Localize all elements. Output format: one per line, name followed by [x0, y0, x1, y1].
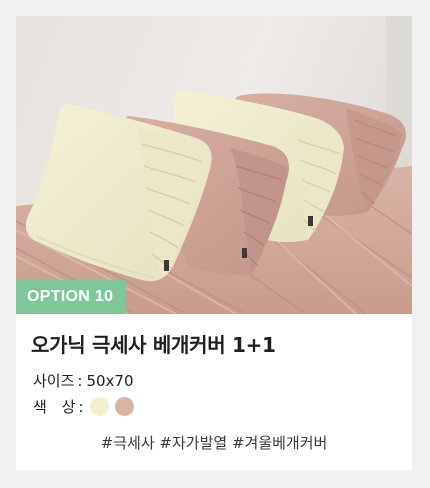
size-separator: : [77, 371, 83, 390]
size-label: 사이즈 [33, 372, 75, 390]
color-label: 색 상 [33, 398, 76, 416]
hashtags[interactable]: #극세사 #자가발열 #겨울베개커버 [16, 432, 412, 453]
product-card[interactable]: OPTION 10 오가닉 극세사 베개커버 1+1 사이즈 : 50x70 색… [16, 16, 412, 470]
color-row: 색 상 : [33, 396, 135, 417]
color-separator: : [78, 397, 84, 416]
product-title: 오가닉 극세사 베개커버 1+1 [31, 333, 276, 357]
size-value: 50x70 [86, 371, 134, 390]
size-row: 사이즈 : 50x70 [33, 370, 134, 391]
swatch-cream[interactable] [90, 397, 110, 416]
swatch-dusty-pink[interactable] [115, 397, 135, 416]
product-photo [16, 16, 412, 314]
option-badge: OPTION 10 [16, 280, 127, 314]
